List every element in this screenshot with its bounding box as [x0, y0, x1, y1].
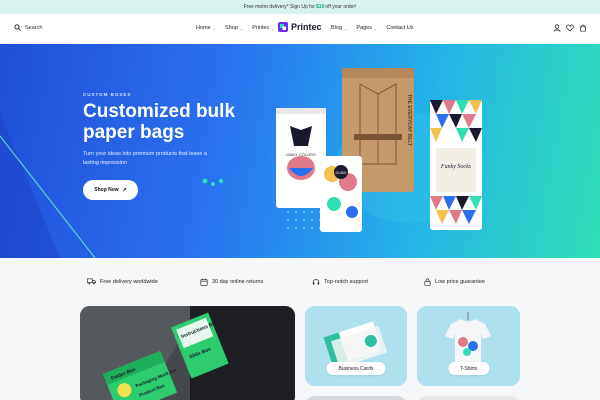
feature-price: Low price guarantee [424, 278, 485, 286]
nav-label: Pages [356, 25, 372, 31]
announcement-amount: $10 [316, 4, 325, 10]
lock-icon [424, 278, 431, 286]
chevron-down-icon: ⌄ [212, 25, 217, 31]
feature-label: 30 day online returns [212, 279, 264, 285]
header-actions [553, 24, 587, 32]
chevron-down-icon: ⌄ [373, 25, 378, 31]
nav-item-pages[interactable]: Pages ⌄ [356, 25, 377, 31]
belt-bag-text: THE EVERYDAY BELT [406, 94, 412, 146]
category-cards: Instructions Book Slide Box Folder Box P… [0, 306, 600, 400]
nav-label: Contact Us [386, 25, 414, 31]
nav-item-blog[interactable]: Blog ⌄ [331, 25, 347, 31]
feature-returns: 30 day online returns [200, 278, 263, 286]
feature-delivery: Free delivery worldwide [87, 278, 158, 285]
pouch-left-text: MANY COLORS [286, 152, 316, 157]
nav-item-home[interactable]: Home ⌄ [196, 25, 216, 31]
feature-support: Top-notch support [312, 278, 368, 286]
hero-description: Turn your ideas into premium products th… [83, 151, 207, 166]
card-row-2-left[interactable] [305, 396, 407, 400]
announcement-prefix: Free metro delivery* Sign Up for [243, 4, 316, 10]
truck-icon [87, 278, 96, 285]
shop-now-button[interactable]: Shop Now ↗ [83, 180, 138, 200]
nav-item-contact[interactable]: Contact Us [386, 25, 413, 31]
featured-packaging-image: Instructions Book Slide Box Folder Box P… [80, 306, 295, 400]
shop-now-label: Shop Now [94, 187, 119, 193]
calendar-icon [200, 278, 208, 286]
hero-banner: CUSTOM BOXES Customized bulk paper bags … [0, 44, 600, 258]
chevron-down-icon: ⌄ [344, 25, 348, 31]
tshirts-card[interactable]: T-Shirts [417, 306, 520, 386]
small-colorful-pouch: GUIDE [320, 156, 362, 232]
feature-label: Low price guarantee [435, 279, 485, 285]
site-logo[interactable]: Printec [278, 22, 322, 32]
announcement-suffix: off your order! [325, 4, 357, 10]
search-trigger[interactable]: Search [14, 24, 42, 31]
nav-item-printec[interactable]: Printec ⌄ [252, 25, 274, 31]
nav-label: Blog [331, 25, 343, 31]
chevron-down-icon: ⌄ [239, 25, 244, 31]
nav-label: Printec [252, 25, 270, 31]
business-cards-label[interactable]: Business Cards [326, 362, 386, 375]
arrow-up-right-icon: ↗ [121, 187, 127, 194]
site-header: Search Home ⌄ Shop ⌄ Printec ⌄ Printec B… [0, 14, 600, 44]
logo-text: Printec [291, 22, 322, 32]
featured-packaging-card[interactable]: Instructions Book Slide Box Folder Box P… [80, 306, 295, 400]
tshirts-label[interactable]: T-Shirts [447, 362, 490, 375]
triangle-pattern-bag: Funky Socks [430, 100, 482, 230]
logo-mark-icon [278, 22, 288, 32]
feature-label: Top-notch support [324, 279, 369, 285]
patterned-bag-text: Funky Socks [440, 164, 472, 170]
announcement-bar: Free metro delivery* Sign Up for $10 off… [0, 0, 600, 14]
nav-label: Shop [225, 25, 238, 31]
business-cards-card[interactable]: Business Cards [305, 306, 407, 386]
headset-icon [312, 279, 320, 285]
nav-item-shop[interactable]: Shop ⌄ [225, 25, 243, 31]
search-icon [14, 24, 21, 31]
white-pouch: MANY COLORS [276, 108, 326, 208]
feature-label: Free delivery worldwide [100, 278, 158, 285]
hero-products-image: THE EVERYDAY BELT MANY COLORS GUIDE Funk… [276, 68, 482, 232]
nav-right: Blog ⌄ Pages ⌄ Contact Us [331, 25, 414, 31]
chevron-down-icon: ⌄ [271, 25, 275, 31]
pouch-small-text: GUIDE [335, 171, 347, 175]
features-bar: Free delivery worldwide 30 day online re… [0, 258, 600, 306]
nav-left: Home ⌄ Shop ⌄ Printec ⌄ [196, 25, 275, 31]
hero-title: Customized bulk paper bags [83, 101, 236, 143]
heart-icon[interactable] [566, 24, 574, 32]
hero-eyebrow: CUSTOM BOXES [83, 92, 132, 97]
nav-label: Home [196, 25, 211, 31]
cart-icon[interactable] [579, 24, 587, 32]
user-icon[interactable] [553, 24, 561, 32]
card-row-2-right[interactable] [417, 396, 520, 400]
search-label: Search [25, 24, 43, 31]
